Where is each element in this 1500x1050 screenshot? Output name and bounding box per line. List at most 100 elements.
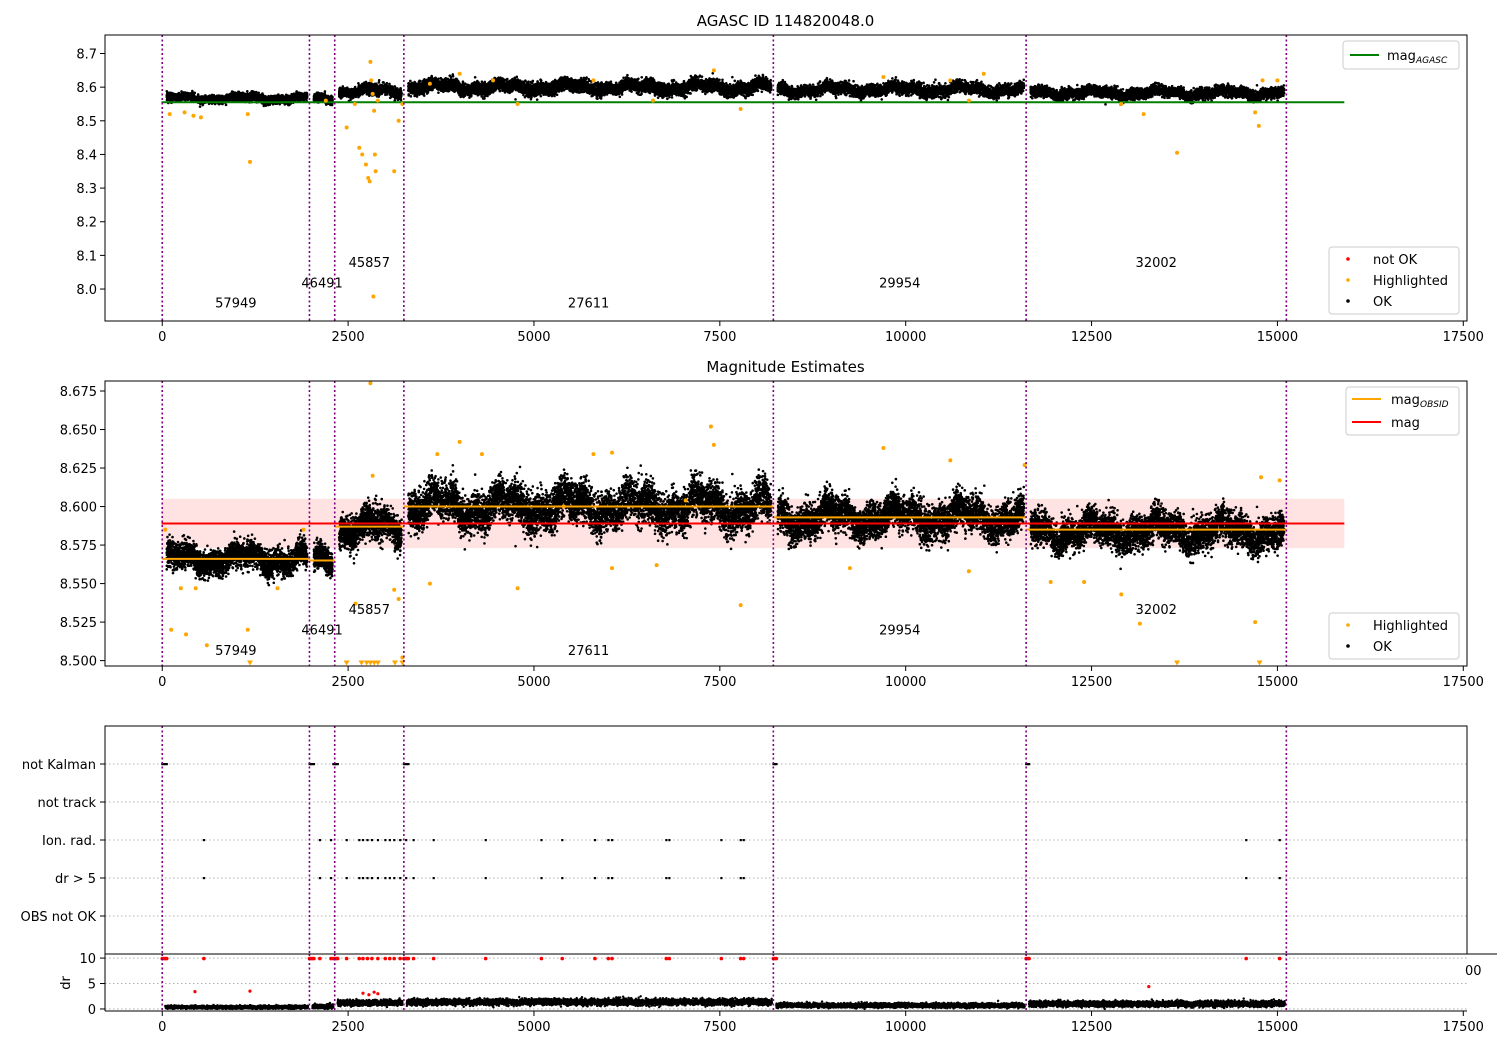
ok-point [354, 95, 357, 98]
ok-point [383, 84, 386, 88]
ok-point [230, 90, 234, 93]
ok-point [169, 95, 172, 98]
ok-point [224, 103, 228, 107]
ok-point [261, 98, 265, 101]
ok-point [234, 91, 237, 94]
ok-point [257, 91, 260, 95]
ok-point [170, 98, 174, 102]
ok-point [313, 94, 317, 97]
ok-point [265, 98, 269, 102]
ok-point [237, 90, 240, 94]
ok-point [295, 98, 298, 101]
ok-point [380, 90, 384, 93]
ok-point [279, 97, 283, 101]
ok-point [183, 91, 187, 94]
ok-point [258, 96, 262, 100]
ok-point [200, 97, 204, 100]
ok-point [283, 98, 287, 101]
ok-point [243, 96, 247, 100]
ok-point [385, 81, 389, 85]
ok-point [358, 92, 362, 95]
ok-point [356, 87, 359, 91]
ok-point [389, 90, 392, 93]
ok-point [367, 86, 370, 89]
ok-point [252, 97, 256, 101]
ok-point [232, 96, 236, 99]
ok-point [246, 94, 250, 97]
ok-point [322, 95, 326, 99]
ok-point [227, 96, 230, 99]
ok-point [378, 93, 381, 97]
ok-point [204, 94, 207, 97]
ok-point [351, 96, 355, 99]
ok-points [312, 90, 334, 107]
ok-point [372, 87, 375, 91]
ok-point [341, 85, 345, 88]
ok-point [338, 92, 341, 96]
ok-point [380, 92, 384, 96]
ok-point [255, 93, 258, 96]
ok-point [380, 83, 384, 87]
ok-point [345, 86, 349, 89]
ok-point [266, 96, 269, 99]
ok-point [251, 90, 255, 93]
ok-point [361, 87, 365, 91]
ok-point [359, 85, 362, 89]
ok-point [361, 85, 365, 88]
ok-point [241, 92, 245, 96]
ok-point [329, 98, 333, 101]
ok-point [373, 83, 376, 87]
ok-point [205, 97, 209, 100]
ok-point [397, 94, 401, 98]
ok-point [169, 91, 173, 95]
magnitude-panel: AGASC ID 114820048.0 5794946491458572761… [76, 12, 1484, 345]
ok-point [266, 103, 270, 107]
ok-point [181, 96, 184, 100]
ok-point [399, 90, 402, 94]
ok-point [383, 89, 386, 92]
ok-point [352, 92, 356, 95]
ok-point [229, 95, 233, 99]
ok-point [300, 96, 304, 100]
panel-title: AGASC ID 114820048.0 [697, 12, 875, 30]
ok-points [337, 78, 403, 103]
ok-point [165, 95, 169, 98]
ok-point [348, 92, 351, 95]
ok-point [395, 87, 398, 91]
ok-point [294, 92, 297, 96]
ok-point [184, 98, 187, 102]
ok-point [437, 91, 440, 94]
ok-point [238, 94, 241, 98]
ok-points [407, 71, 773, 101]
ok-point [271, 97, 274, 101]
ok-point [381, 81, 385, 84]
ok-point [355, 90, 359, 93]
ok-point [224, 98, 228, 101]
ok-point [391, 92, 394, 96]
ok-point [364, 83, 367, 86]
ok-point [165, 90, 169, 93]
ok-point [377, 81, 381, 84]
ok-point [357, 81, 360, 85]
ok-point [175, 98, 179, 101]
ok-point [255, 98, 258, 101]
ok-point [262, 104, 266, 108]
ok-point [194, 96, 197, 100]
ok-point [376, 84, 379, 88]
ok-point [190, 95, 193, 99]
ok-point [339, 87, 343, 90]
ok-point [384, 93, 387, 97]
ok-point [379, 86, 383, 90]
ok-point [251, 94, 255, 98]
ok-point [203, 97, 206, 100]
ok-point [343, 94, 347, 97]
ok-point [398, 97, 402, 101]
ok-point [249, 92, 253, 95]
ok-point [377, 89, 381, 92]
ok-point [374, 89, 377, 93]
ok-point [276, 97, 279, 101]
figure-canvas: AGASC ID 114820048.0 5794946491458572761… [21, 12, 1497, 1035]
ok-point [209, 96, 212, 100]
ok-point [313, 97, 316, 100]
ok-point [394, 93, 398, 97]
